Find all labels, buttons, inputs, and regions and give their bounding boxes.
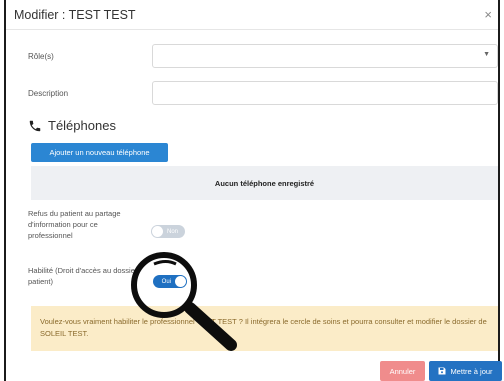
- toggle-knob: [152, 226, 163, 237]
- chevron-down-icon: ▼: [483, 51, 490, 58]
- habilite-label: Habilité (Droit d'accès au dossier patie…: [28, 266, 138, 286]
- no-phone-message: Aucun téléphone enregistré: [31, 166, 498, 200]
- toggle-text: Oui: [161, 278, 171, 285]
- save-icon: [438, 367, 446, 375]
- patient-refusal-toggle[interactable]: Non: [151, 225, 185, 238]
- toggle-text: Non: [167, 228, 179, 235]
- phones-section-title: Téléphones: [28, 118, 116, 133]
- update-button-label: Mettre à jour: [450, 366, 493, 376]
- phones-title-text: Téléphones: [48, 118, 116, 133]
- habilitation-warning: Voulez-vous vraiment habiliter le profes…: [31, 306, 498, 351]
- add-phone-button[interactable]: Ajouter un nouveau téléphone: [31, 143, 168, 162]
- cancel-button[interactable]: Annuler: [380, 361, 425, 381]
- description-label: Description: [28, 89, 69, 98]
- habilite-toggle[interactable]: Oui: [153, 275, 187, 288]
- description-input[interactable]: [152, 81, 498, 105]
- phone-icon: [29, 120, 41, 131]
- update-button[interactable]: Mettre à jour: [429, 361, 502, 381]
- toggle-knob: [175, 276, 186, 287]
- roles-select[interactable]: ▼: [152, 44, 498, 68]
- modal-header: Modifier : TEST TEST ×: [6, 0, 498, 30]
- patient-refusal-label: Refus du patient au partage d'informatio…: [28, 209, 121, 240]
- modal-title: Modifier : TEST TEST: [14, 8, 136, 22]
- edit-professional-modal: Modifier : TEST TEST × Rôle(s) ▼ Descrip…: [4, 0, 502, 381]
- roles-label: Rôle(s): [28, 52, 54, 61]
- close-icon[interactable]: ×: [484, 7, 492, 22]
